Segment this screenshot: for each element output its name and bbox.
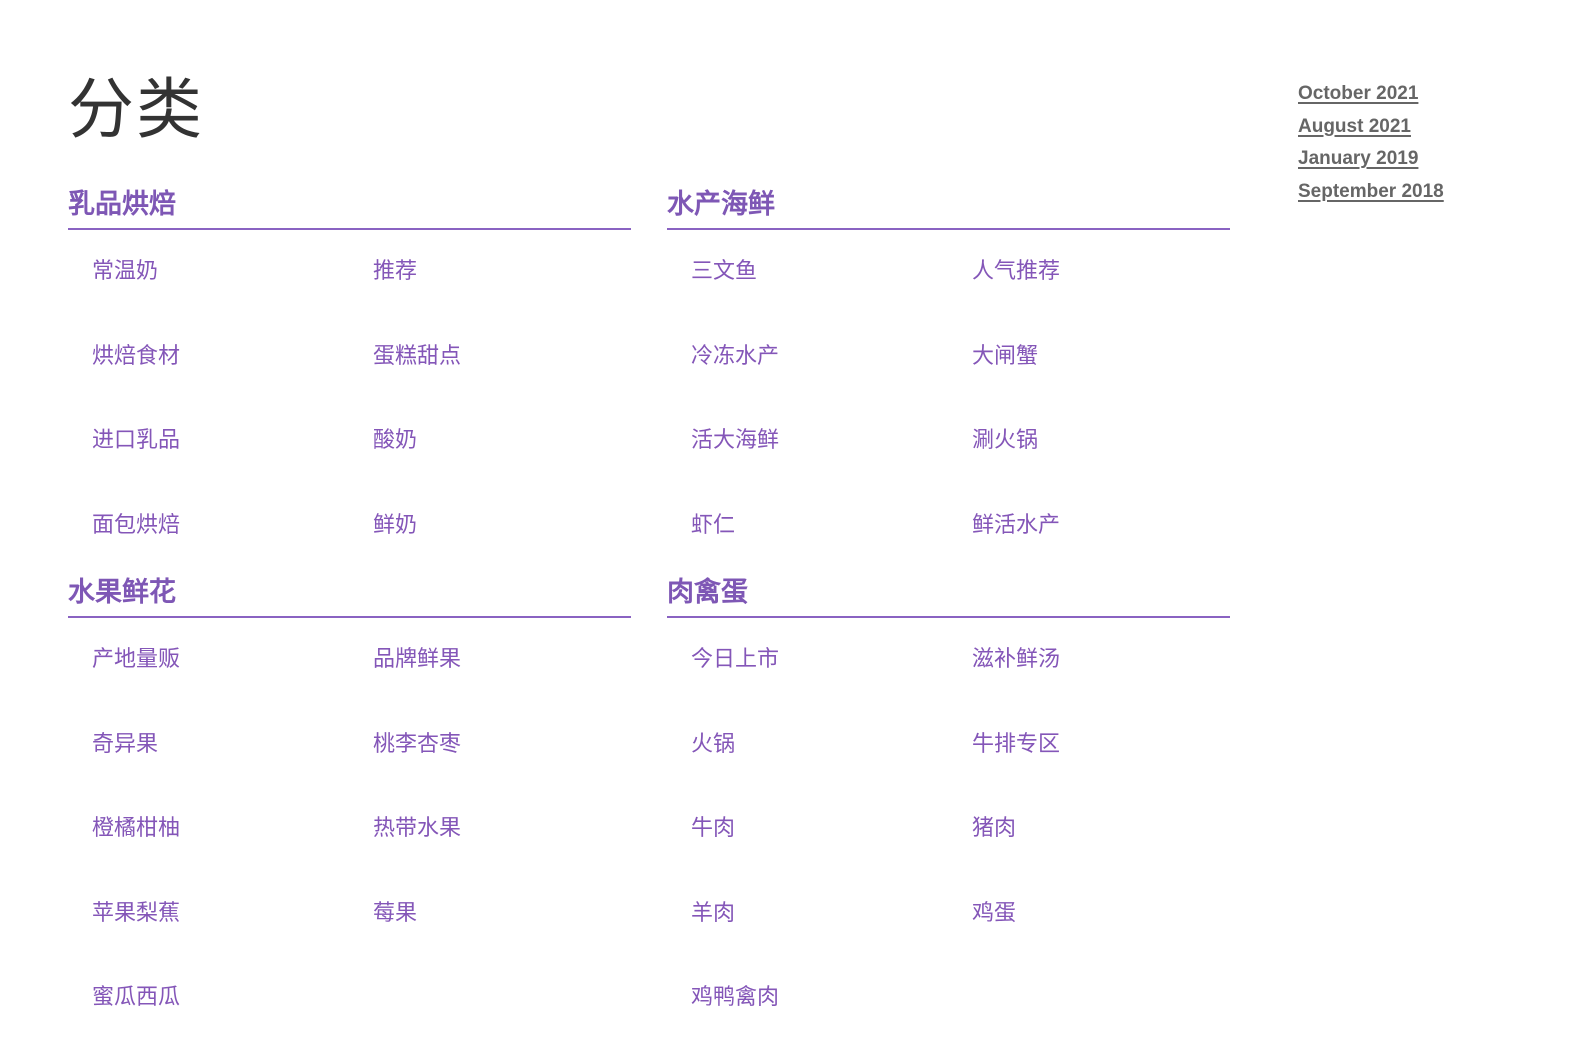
archives-sidebar: October 2021 August 2021 January 2019 Se… bbox=[1298, 78, 1444, 208]
category-list: 常温奶 推荐 烘焙食材 蛋糕甜点 进口乳品 酸奶 面包烘焙 鲜奶 bbox=[68, 252, 631, 590]
category-section-dairy-bakery: 乳品烘焙 常温奶 推荐 烘焙食材 蛋糕甜点 进口乳品 酸奶 面包烘焙 鲜奶 bbox=[68, 186, 631, 590]
category-link[interactable]: 橙橘柑柚 bbox=[68, 809, 349, 894]
category-link[interactable]: 桃李杏枣 bbox=[349, 725, 631, 810]
category-link[interactable]: 涮火锅 bbox=[948, 421, 1230, 506]
category-link[interactable]: 滋补鲜汤 bbox=[948, 640, 1230, 725]
page-title: 分类 bbox=[68, 71, 204, 148]
category-link[interactable]: 猪肉 bbox=[948, 809, 1230, 894]
category-link[interactable]: 大闸蟹 bbox=[948, 337, 1230, 422]
category-link[interactable]: 牛肉 bbox=[667, 809, 948, 894]
category-link[interactable]: 火锅 bbox=[667, 725, 948, 810]
category-link[interactable]: 蜜瓜西瓜 bbox=[68, 978, 349, 1063]
category-link[interactable]: 今日上市 bbox=[667, 640, 948, 725]
category-link[interactable]: 活大海鲜 bbox=[667, 421, 948, 506]
category-section-meat-poultry-eggs: 肉禽蛋 今日上市 滋补鲜汤 火锅 牛排专区 牛肉 猪肉 羊肉 鸡蛋 鸡鸭禽肉 bbox=[667, 574, 1230, 1063]
category-link[interactable]: 热带水果 bbox=[349, 809, 631, 894]
category-link[interactable]: 酸奶 bbox=[349, 421, 631, 506]
category-list: 产地量贩 品牌鲜果 奇异果 桃李杏枣 橙橘柑柚 热带水果 苹果梨蕉 莓果 蜜瓜西… bbox=[68, 640, 631, 1063]
category-link[interactable]: 莓果 bbox=[349, 894, 631, 979]
category-link[interactable]: 烘焙食材 bbox=[68, 337, 349, 422]
category-link[interactable]: 牛排专区 bbox=[948, 725, 1230, 810]
category-list: 三文鱼 人气推荐 冷冻水产 大闸蟹 活大海鲜 涮火锅 虾仁 鲜活水产 bbox=[667, 252, 1230, 590]
archive-link-october-2021[interactable]: October 2021 bbox=[1298, 78, 1444, 111]
category-link[interactable]: 进口乳品 bbox=[68, 421, 349, 506]
category-link[interactable]: 蛋糕甜点 bbox=[349, 337, 631, 422]
archive-link-september-2018[interactable]: September 2018 bbox=[1298, 176, 1444, 209]
section-heading: 水产海鲜 bbox=[667, 186, 1230, 230]
section-heading: 肉禽蛋 bbox=[667, 574, 1230, 618]
category-link[interactable]: 常温奶 bbox=[68, 252, 349, 337]
category-section-fruit-flowers: 水果鲜花 产地量贩 品牌鲜果 奇异果 桃李杏枣 橙橘柑柚 热带水果 苹果梨蕉 莓… bbox=[68, 574, 631, 1063]
category-list: 今日上市 滋补鲜汤 火锅 牛排专区 牛肉 猪肉 羊肉 鸡蛋 鸡鸭禽肉 bbox=[667, 640, 1230, 1063]
category-link[interactable]: 鸡蛋 bbox=[948, 894, 1230, 979]
category-link[interactable]: 产地量贩 bbox=[68, 640, 349, 725]
category-link[interactable]: 推荐 bbox=[349, 252, 631, 337]
category-link[interactable]: 奇异果 bbox=[68, 725, 349, 810]
archive-link-august-2021[interactable]: August 2021 bbox=[1298, 111, 1444, 144]
section-heading: 水果鲜花 bbox=[68, 574, 631, 618]
category-link[interactable]: 三文鱼 bbox=[667, 252, 948, 337]
archive-link-january-2019[interactable]: January 2019 bbox=[1298, 143, 1444, 176]
category-link[interactable]: 羊肉 bbox=[667, 894, 948, 979]
category-link[interactable]: 鸡鸭禽肉 bbox=[667, 978, 948, 1063]
category-section-seafood: 水产海鲜 三文鱼 人气推荐 冷冻水产 大闸蟹 活大海鲜 涮火锅 虾仁 鲜活水产 bbox=[667, 186, 1230, 590]
category-link[interactable]: 苹果梨蕉 bbox=[68, 894, 349, 979]
section-heading: 乳品烘焙 bbox=[68, 186, 631, 230]
category-link[interactable]: 冷冻水产 bbox=[667, 337, 948, 422]
category-link[interactable]: 人气推荐 bbox=[948, 252, 1230, 337]
category-link[interactable]: 品牌鲜果 bbox=[349, 640, 631, 725]
